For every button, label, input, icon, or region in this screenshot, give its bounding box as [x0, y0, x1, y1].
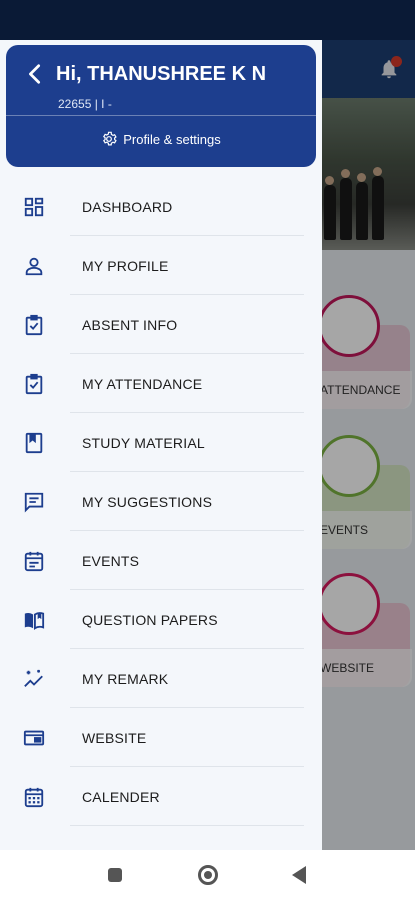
menu-item-label: WEBSITE — [82, 729, 147, 746]
home-icon[interactable] — [198, 865, 218, 885]
menu-item-events[interactable]: EVENTS — [0, 531, 322, 590]
user-greeting: Hi, THANUSHREE K N — [56, 63, 267, 85]
menu-item-label: DASHBOARD — [82, 198, 173, 215]
menu-item-label: ABSENT INFO — [82, 316, 178, 333]
menu-item-my-remark[interactable]: MY REMARK — [0, 649, 322, 708]
menu-item-label: MY ATTENDANCE — [82, 375, 203, 392]
clipboard-check-icon — [25, 314, 43, 336]
open-book-icon — [24, 612, 45, 630]
drawer-header: Hi, THANUSHREE K N 22655 | I - Profile &… — [6, 45, 316, 167]
navigation-drawer: Hi, THANUSHREE K N 22655 | I - Profile &… — [0, 40, 322, 850]
back-chevron-icon[interactable] — [24, 63, 46, 85]
menu-item-study-material[interactable]: STUDY MATERIAL — [0, 413, 322, 472]
event-icon — [24, 551, 44, 572]
menu-item-absent-info[interactable]: ABSENT INFO — [0, 295, 322, 354]
calendar-icon — [24, 787, 44, 808]
sparkle-chart-icon — [24, 669, 43, 687]
menu-item-my-attendance[interactable]: MY ATTENDANCE — [0, 354, 322, 413]
menu-item-label: CALENDER — [82, 788, 160, 805]
menu-item-label: MY REMARK — [82, 670, 169, 687]
book-icon — [25, 432, 43, 454]
profile-settings-button[interactable]: Profile & settings — [6, 131, 316, 147]
menu-item-my-suggestions[interactable]: MY SUGGESTIONS — [0, 472, 322, 531]
chat-icon — [24, 492, 44, 513]
menu-item-dashboard[interactable]: DASHBOARD — [0, 177, 322, 236]
menu-item-label: STUDY MATERIAL — [82, 434, 205, 451]
profile-settings-label: Profile & settings — [123, 131, 221, 147]
gear-icon — [103, 131, 117, 146]
menu-item-website[interactable]: WEBSITE — [0, 708, 322, 767]
menu-item-label: QUESTION PAPERS — [82, 611, 218, 628]
person-icon — [25, 257, 43, 276]
recents-icon[interactable] — [108, 868, 122, 882]
menu-item-question-papers[interactable]: QUESTION PAPERS — [0, 590, 322, 649]
menu-item-calender[interactable]: CALENDER — [0, 767, 322, 826]
clipboard-check-icon — [25, 373, 43, 395]
user-id-class: 22655 | I - — [58, 97, 112, 111]
dashboard-icon — [24, 197, 44, 217]
menu-item-label: MY PROFILE — [82, 257, 169, 274]
menu-item-my-profile[interactable]: MY PROFILE — [0, 236, 322, 295]
menu-item-label: MY SUGGESTIONS — [82, 493, 213, 510]
system-back-icon[interactable] — [292, 866, 306, 884]
header-divider — [6, 115, 316, 116]
web-window-icon — [23, 730, 45, 746]
menu-item-label: EVENTS — [82, 552, 140, 569]
status-bar — [0, 0, 415, 40]
divider — [70, 825, 304, 826]
drawer-menu: DASHBOARD MY PROFILE ABSENT INFO MY ATTE… — [0, 177, 322, 826]
